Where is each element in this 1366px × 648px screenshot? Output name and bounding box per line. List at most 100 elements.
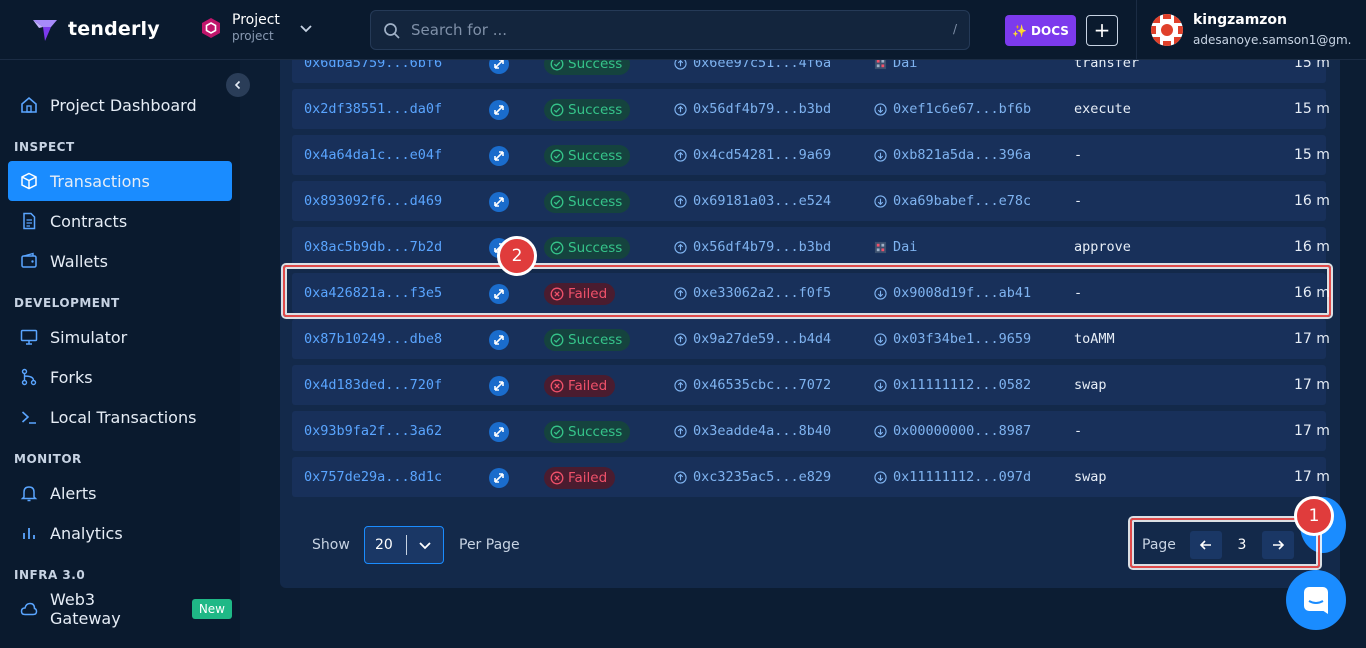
sidebar-item-local-transactions[interactable]: Local Transactions [8, 397, 232, 437]
from-address[interactable]: 0x3eadde4a...8b40 [674, 411, 831, 451]
status-label: Success [568, 60, 623, 72]
tx-hash-link[interactable]: 0x4d183ded...720f [304, 365, 442, 405]
sidebar-item-simulator[interactable]: Simulator [8, 317, 232, 357]
from-address[interactable]: 0x69181a03...e524 [674, 181, 831, 221]
table-row[interactable]: 0x4a64da1c...e04f Success 0x4cd54281...9a6… [292, 135, 1330, 175]
sidebar-item-project-dashboard[interactable]: Project Dashboard [8, 85, 232, 125]
from-address[interactable]: 0x46535cbc...7072 [674, 365, 831, 405]
per-page-label: Per Page [459, 537, 520, 553]
from-address[interactable]: 0xc3235ac5...e829 [674, 457, 831, 497]
sidebar-item-label: Alerts [50, 483, 97, 503]
table-row[interactable]: 0x2df38551...da0f Success 0x56df4b79...b3b… [292, 89, 1330, 129]
from-address[interactable]: 0x56df4b79...b3bd [674, 227, 831, 267]
to-address-text: 0x11111112...097d [893, 469, 1032, 485]
top-header: tenderly Project project / ✨ DOCS + [0, 0, 1366, 60]
arrow-up-circle-icon [674, 424, 687, 438]
from-address-text: 0x46535cbc...7072 [693, 377, 832, 393]
status-badge: Success [544, 99, 631, 121]
table-row[interactable]: 0x893092f6...d469 Success 0x69181a03...e52… [292, 181, 1330, 221]
highlight-box-failed-row [283, 265, 1331, 317]
to-address[interactable]: 0x11111112...0582 [874, 365, 1031, 405]
from-address[interactable]: 0x9a27de59...b4d4 [674, 319, 831, 359]
sidebar-item-label: Contracts [50, 211, 128, 231]
table-row[interactable]: 0x757de29a...8d1c Failed 0xc3235ac5...e829… [292, 457, 1330, 497]
function-name: swap [1074, 469, 1107, 485]
from-address[interactable]: 0x6ee97c51...4f6a [674, 60, 831, 83]
to-address[interactable]: 0x03f34be1...9659 [874, 319, 1031, 359]
search-input[interactable] [411, 11, 931, 49]
per-page-value: 20 [375, 537, 393, 553]
chat-icon [1304, 587, 1328, 614]
tx-hash-link[interactable]: 0x87b10249...dbe8 [304, 319, 442, 359]
tenderly-logo[interactable]: tenderly [30, 14, 160, 44]
search-icon [384, 23, 400, 39]
sidebar-item-web3-gateway[interactable]: Web3 Gateway New [8, 589, 232, 629]
tx-hash-link[interactable]: 0x4a64da1c...e04f [304, 135, 442, 175]
sidebar-item-contracts[interactable]: Contracts [8, 201, 232, 241]
project-hexagon-icon [202, 18, 220, 38]
project-switcher[interactable]: Project project [200, 12, 314, 44]
chat-support-button[interactable] [1286, 570, 1346, 630]
to-address[interactable]: 0xb821a5da...396a [874, 135, 1031, 175]
from-address[interactable]: 0x56df4b79...b3bd [674, 89, 831, 129]
arrow-up-circle-icon [674, 470, 687, 484]
sidebar-item-alerts[interactable]: Alerts [8, 473, 232, 513]
sidebar-item-label: Forks [50, 367, 93, 387]
function-name: toAMM [1074, 331, 1115, 347]
sidebar-item-transactions[interactable]: Transactions [8, 161, 232, 201]
table-row[interactable]: 0x4d183ded...720f Failed 0x46535cbc...7072… [292, 365, 1330, 405]
table-row[interactable]: 0x93b9fa2f...3a62 Success 0x3eadde4a...8b4… [292, 411, 1330, 451]
from-address-text: 0xc3235ac5...e829 [693, 469, 832, 485]
sidebar-item-analytics[interactable]: Analytics [8, 513, 232, 553]
table-row[interactable]: 0x6dba5759...6bf6 Success 0x6ee97c51...4f6… [292, 60, 1330, 83]
to-address[interactable]: Dai [874, 60, 917, 83]
home-icon [21, 96, 37, 113]
tx-hash-link[interactable]: 0x93b9fa2f...3a62 [304, 411, 442, 451]
tx-hash-link[interactable]: 0x757de29a...8d1c [304, 457, 442, 497]
docs-button[interactable]: ✨ DOCS [1005, 15, 1076, 46]
search-bar[interactable]: / [370, 10, 970, 50]
table-row[interactable]: 0x87b10249...dbe8 Success 0x9a27de59...b4d… [292, 319, 1330, 359]
user-name[interactable]: kingzamzon [1193, 12, 1287, 28]
avatar[interactable] [1151, 14, 1183, 46]
project-name: Project [232, 12, 280, 28]
arrow-up-circle-icon [674, 240, 687, 254]
arrow-down-circle-icon [874, 148, 887, 162]
sidebar-item-forks[interactable]: Forks [8, 357, 232, 397]
tx-hash-link[interactable]: 0x2df38551...da0f [304, 89, 442, 129]
from-address[interactable]: 0x4cd54281...9a69 [674, 135, 831, 175]
sidebar-item-label: Web3 Gateway [50, 590, 121, 628]
sidebar-item-label: Simulator [50, 327, 128, 347]
collapse-sidebar-button[interactable] [226, 73, 250, 97]
tx-hash-link[interactable]: 0x893092f6...d469 [304, 181, 442, 221]
monitor-icon [20, 329, 38, 345]
bell-icon [20, 486, 38, 502]
to-address[interactable]: 0xa69babef...e78c [874, 181, 1031, 221]
transactions-panel: 0x6dba5759...6bf6 Success 0x6ee97c51...4f6… [280, 60, 1340, 588]
check-circle-icon [550, 241, 564, 255]
sidebar: Project Dashboard INSPECT Transactions C… [0, 60, 240, 648]
sidebar-item-wallets[interactable]: Wallets [8, 241, 232, 281]
tx-hash-link[interactable]: 0x8ac5b9db...7b2d [304, 227, 442, 267]
tx-hash-link[interactable]: 0x6dba5759...6bf6 [304, 60, 442, 83]
tx-timestamp: 17 m [1294, 331, 1330, 347]
arrow-down-circle-icon [874, 424, 887, 438]
create-new-button[interactable]: + [1086, 15, 1118, 46]
to-address[interactable]: Dai [874, 227, 917, 267]
to-address-text: Dai [893, 239, 918, 255]
x-circle-icon [550, 379, 564, 393]
user-email: adesanoye.samson1@gm... [1193, 33, 1351, 47]
contract-call-icon [489, 330, 509, 350]
per-page-select[interactable]: 20 [364, 526, 444, 564]
to-address[interactable]: 0x00000000...8987 [874, 411, 1031, 451]
arrow-down-circle-icon [874, 102, 887, 116]
to-address[interactable]: 0x11111112...097d [874, 457, 1031, 497]
arrow-down-circle-icon [874, 378, 887, 392]
table-row[interactable]: 0x8ac5b9db...7b2d Success 0x56df4b79...b3b… [292, 227, 1330, 267]
fork-icon [21, 368, 37, 386]
contract-call-icon [489, 422, 509, 442]
from-address-text: 0x9a27de59...b4d4 [693, 331, 832, 347]
to-address[interactable]: 0xef1c6e67...bf6b [874, 89, 1031, 129]
header-divider [1136, 0, 1137, 60]
status-label: Success [568, 194, 623, 210]
